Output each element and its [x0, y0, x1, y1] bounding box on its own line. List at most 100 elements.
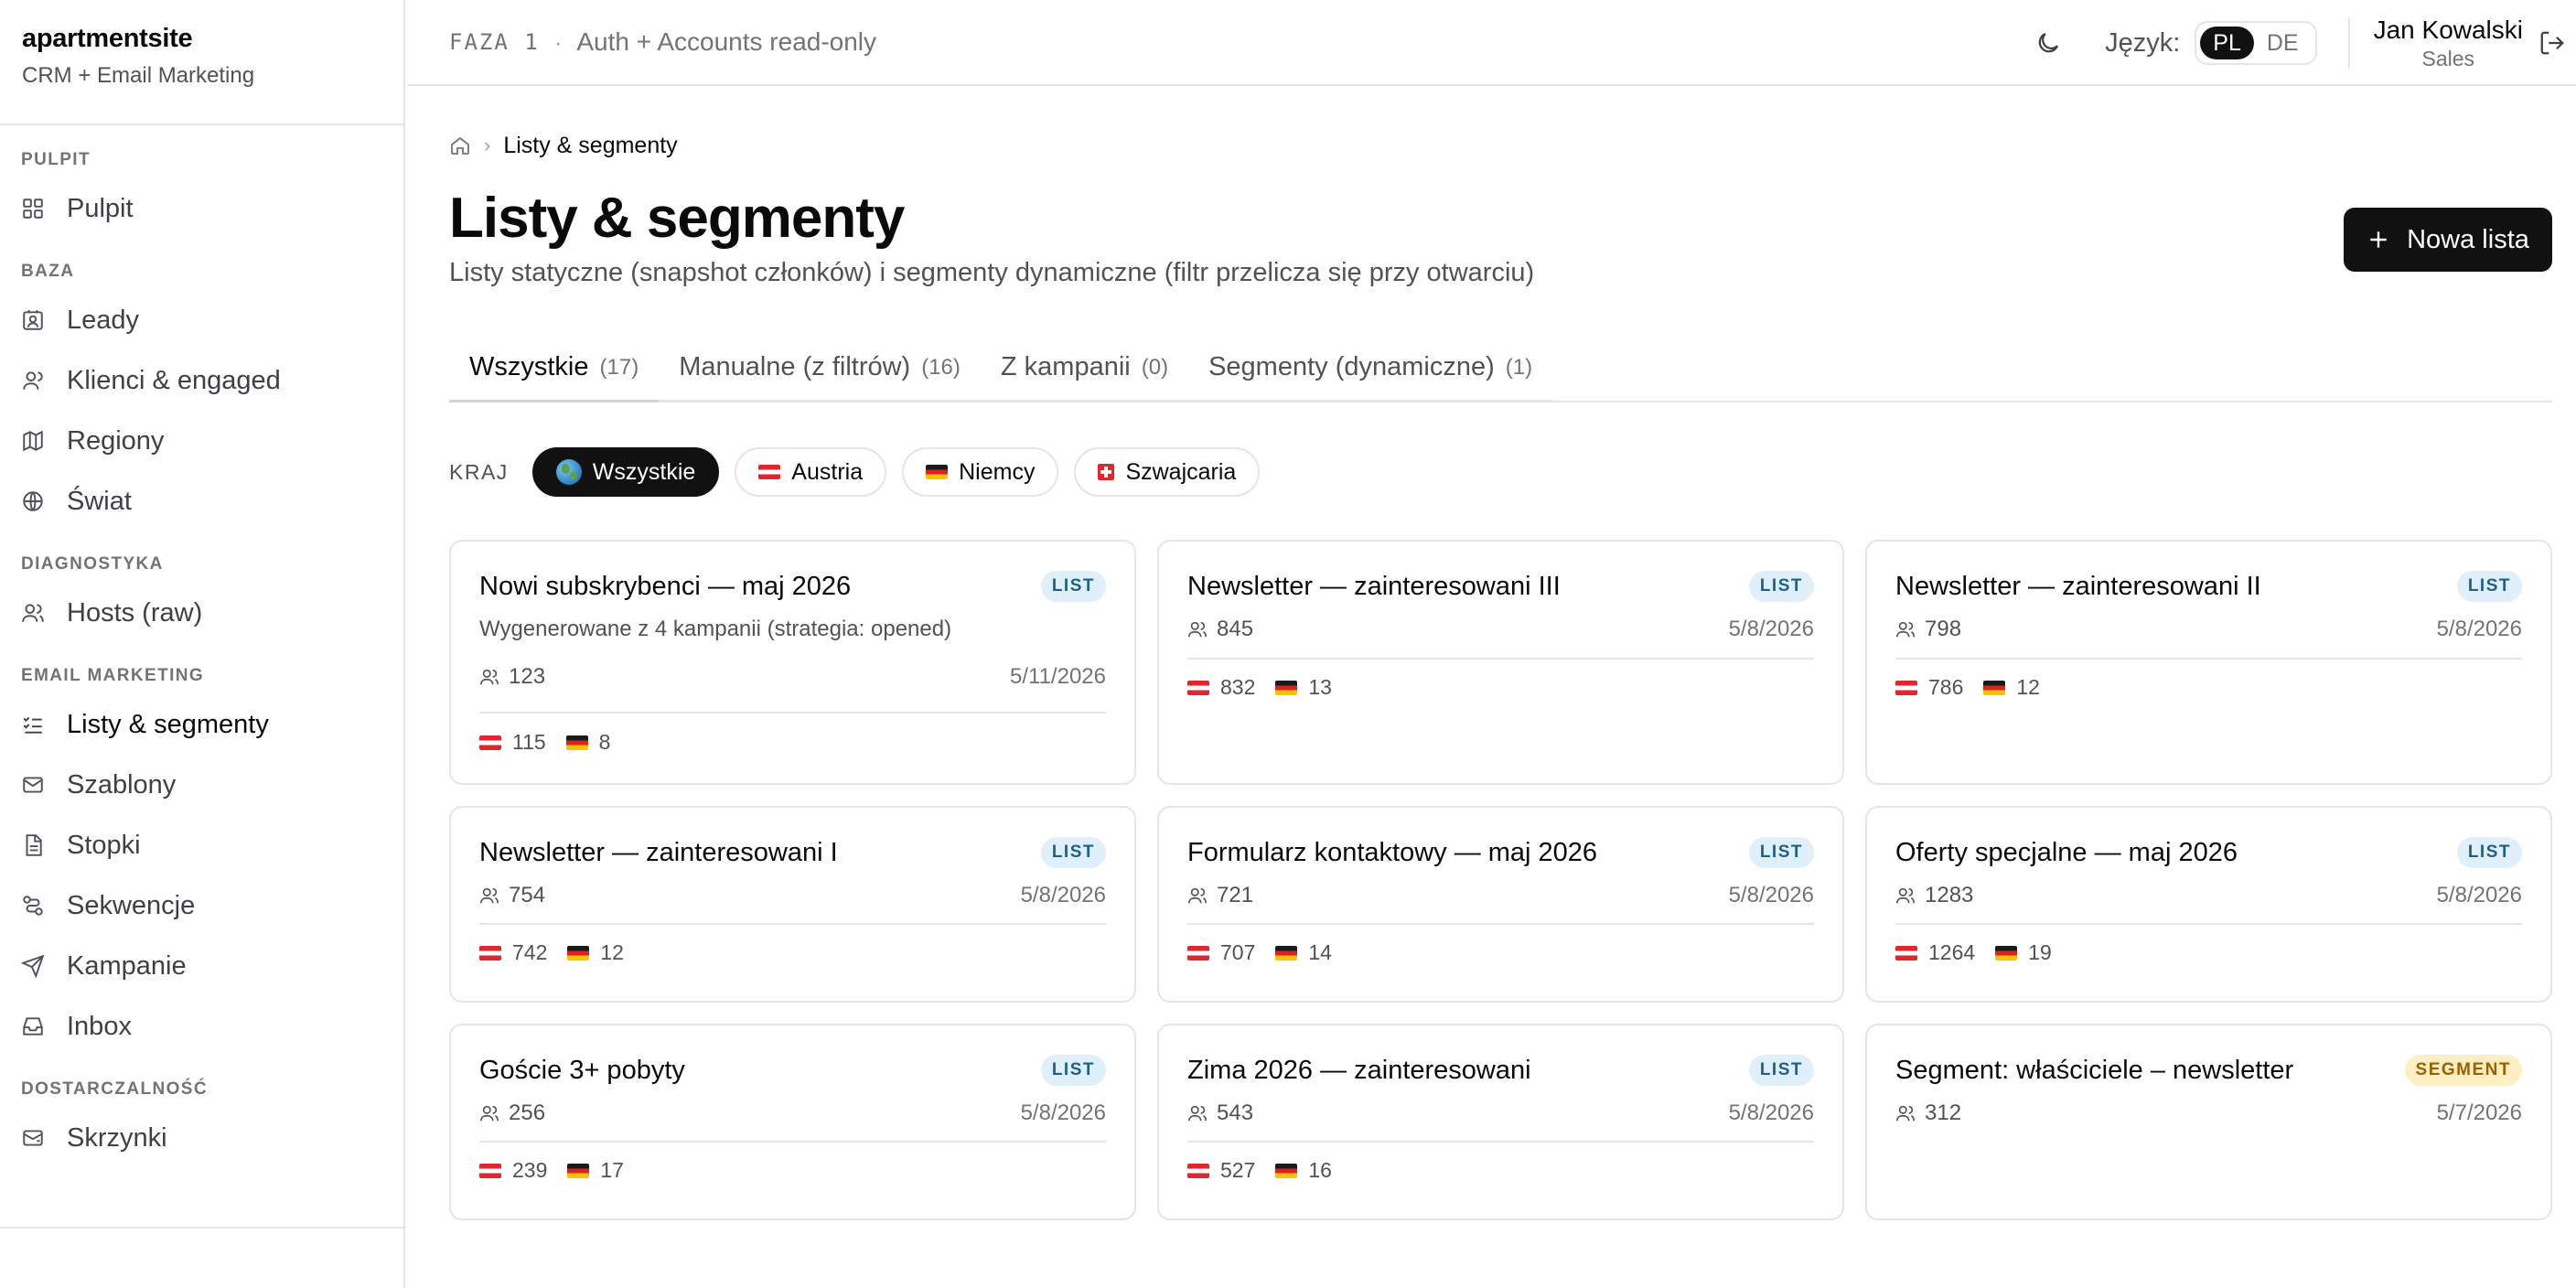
- tab-wszystkie[interactable]: Wszystkie (17): [449, 335, 660, 402]
- users-icon: [1896, 621, 1915, 638]
- list-card[interactable]: Newsletter — zainteresowani III LIST 845…: [1157, 540, 1844, 785]
- type-badge: LIST: [1748, 571, 1814, 602]
- sidebar-item-szablony[interactable]: Szablony: [0, 755, 403, 815]
- austria-flag-icon: [479, 1163, 501, 1178]
- nav-heading: EMAIL MARKETING: [21, 666, 205, 685]
- list-card[interactable]: Newsletter — zainteresowani II LIST 798 …: [1865, 540, 2552, 785]
- card-title: Goście 3+ pobyty: [479, 1055, 685, 1085]
- users-icon: [1896, 887, 1915, 904]
- germany-flag-icon: [565, 735, 588, 750]
- germany-count: 14: [1275, 940, 1332, 965]
- type-badge: LIST: [1748, 837, 1814, 868]
- user-menu[interactable]: Jan Kowalski Sales: [2374, 16, 2523, 71]
- sidebar-item-label: Klienci & engaged: [67, 365, 281, 395]
- nav-heading: BAZA: [21, 262, 75, 281]
- sidebar-item-pulpit[interactable]: Pulpit: [0, 178, 403, 239]
- switzerland-flag-icon: [1098, 464, 1115, 480]
- card-meta: 123 5/11/2026: [479, 664, 1106, 690]
- list-card[interactable]: Formularz kontaktowy — maj 2026 LIST 721…: [1157, 806, 1844, 1003]
- sidebar-item-label: Inbox: [67, 1011, 132, 1041]
- sidebar-item-hosts[interactable]: Hosts (raw): [0, 583, 403, 643]
- sidebar-item-skrzynki[interactable]: Skrzynki: [0, 1108, 403, 1168]
- germany-flag-icon: [1995, 945, 2018, 961]
- inbox-icon: [23, 1017, 43, 1036]
- top-bar: FAZA 1 · Auth + Accounts read-only Język…: [407, 0, 2576, 86]
- member-count: 754: [479, 883, 545, 908]
- document-icon: [26, 834, 42, 856]
- austria-count-value: 707: [1220, 940, 1256, 964]
- card-meta: 845 5/8/2026: [1187, 617, 1814, 642]
- germany-count: 16: [1275, 1158, 1332, 1183]
- austria-flag-icon: [1187, 1163, 1209, 1178]
- mail-icon: [23, 777, 43, 793]
- filter-chip-niemcy[interactable]: Niemcy: [902, 447, 1059, 497]
- segment-card[interactable]: Segment: właściciele – newsletter SEGMEN…: [1865, 1024, 2552, 1220]
- sidebar-item-label: Leady: [67, 305, 140, 335]
- tab-count: (0): [1141, 354, 1169, 380]
- sidebar-nav: PULPIT Pulpit BAZA Leady Klienci & engag…: [0, 125, 403, 1168]
- home-icon[interactable]: [449, 134, 471, 156]
- country-breakdown: 786 12: [1895, 675, 2060, 700]
- austria-flag-icon: [479, 945, 501, 961]
- card-header: Newsletter — zainteresowani III LIST: [1187, 571, 1814, 602]
- list-card[interactable]: Newsletter — zainteresowani I LIST 754 5…: [449, 806, 1136, 1003]
- country-breakdown: 742 12: [479, 940, 644, 965]
- austria-count: 1264: [1895, 940, 1975, 965]
- language-option-de[interactable]: DE: [2254, 27, 2312, 59]
- users-icon: [1188, 887, 1207, 904]
- card-date: 5/8/2026: [1020, 1100, 1106, 1125]
- new-list-button[interactable]: Nowa lista: [2344, 208, 2552, 272]
- austria-flag-icon: [1895, 945, 1917, 961]
- list-card[interactable]: Oferty specjalne — maj 2026 LIST 1283 5/…: [1865, 806, 2552, 1003]
- filter-chip-austria[interactable]: Austria: [735, 447, 887, 497]
- member-count: 312: [1895, 1100, 1961, 1126]
- germany-flag-icon: [1275, 945, 1298, 961]
- sidebar-item-swiat[interactable]: Świat: [0, 471, 403, 531]
- germany-flag-icon: [926, 465, 949, 479]
- card-date: 5/11/2026: [1010, 664, 1106, 689]
- card-meta: 798 5/8/2026: [1895, 617, 2522, 642]
- filter-chip-wszystkie[interactable]: Wszystkie: [531, 447, 720, 497]
- sidebar-item-regiony[interactable]: Regiony: [0, 411, 403, 471]
- top-bar-actions: Język: PL DE Jan Kowalski Sales: [2030, 0, 2576, 86]
- sidebar-item-label: Listy & segmenty: [67, 709, 269, 739]
- theme-toggle-button[interactable]: [2030, 25, 2066, 61]
- nav-group-baza: BAZA Leady Klienci & engaged Regiony Świ…: [0, 259, 403, 531]
- type-badge: LIST: [1040, 571, 1106, 602]
- sidebar-item-klienci[interactable]: Klienci & engaged: [0, 350, 403, 411]
- sidebar-item-listy[interactable]: Listy & segmenty: [0, 694, 403, 755]
- card-date: 5/8/2026: [1728, 617, 1814, 641]
- card-header: Newsletter — zainteresowani II LIST: [1895, 571, 2522, 602]
- route-icon: [23, 896, 43, 916]
- tab-z-kampanii[interactable]: Z kampanii (0): [980, 335, 1189, 402]
- austria-count-value: 115: [512, 730, 546, 754]
- sidebar-item-sekwencje[interactable]: Sekwencje: [0, 875, 403, 936]
- language-option-pl[interactable]: PL: [2200, 27, 2254, 59]
- tab-label: Manualne (z filtrów): [679, 352, 911, 381]
- austria-flag-icon: [758, 465, 781, 479]
- list-card[interactable]: Zima 2026 — zainteresowani LIST 543 5/8/…: [1157, 1024, 1844, 1220]
- list-card[interactable]: Goście 3+ pobyty LIST 256 5/8/2026 239 1…: [449, 1024, 1136, 1220]
- card-date: 5/8/2026: [1728, 883, 1814, 907]
- filter-chip-szwajcaria[interactable]: Szwajcaria: [1074, 447, 1261, 497]
- card-divider: [479, 1141, 1106, 1143]
- member-count: 256: [479, 1100, 545, 1126]
- tab-segmenty[interactable]: Segmenty (dynamiczne) (1): [1188, 335, 1553, 402]
- nav-group-dostarczalnosc: DOSTARCZALNOŚĆ Skrzynki: [0, 1077, 403, 1168]
- germany-flag-icon: [1275, 1163, 1298, 1178]
- phase-title: Auth + Accounts read-only: [576, 27, 877, 56]
- tab-manualne[interactable]: Manualne (z filtrów) (16): [659, 335, 981, 402]
- logout-button[interactable]: [2536, 27, 2569, 59]
- sidebar-item-leady[interactable]: Leady: [0, 290, 403, 350]
- card-header: Oferty specjalne — maj 2026 LIST: [1895, 837, 2522, 868]
- sidebar-item-label: Stopki: [67, 830, 141, 860]
- card-description: Wygenerowane z 4 kampanii (strategia: op…: [479, 617, 952, 641]
- sidebar-item-inbox[interactable]: Inbox: [0, 996, 403, 1057]
- sidebar-item-kampanie[interactable]: Kampanie: [0, 936, 403, 996]
- card-title: Newsletter — zainteresowani II: [1895, 571, 2261, 601]
- app-subtitle: CRM + Email Marketing: [22, 63, 255, 88]
- austria-flag-icon: [1187, 945, 1209, 961]
- sidebar-item-label: Skrzynki: [67, 1122, 167, 1153]
- sidebar-item-stopki[interactable]: Stopki: [0, 815, 403, 875]
- list-card[interactable]: Nowi subskrybenci — maj 2026 LIST Wygene…: [449, 540, 1136, 785]
